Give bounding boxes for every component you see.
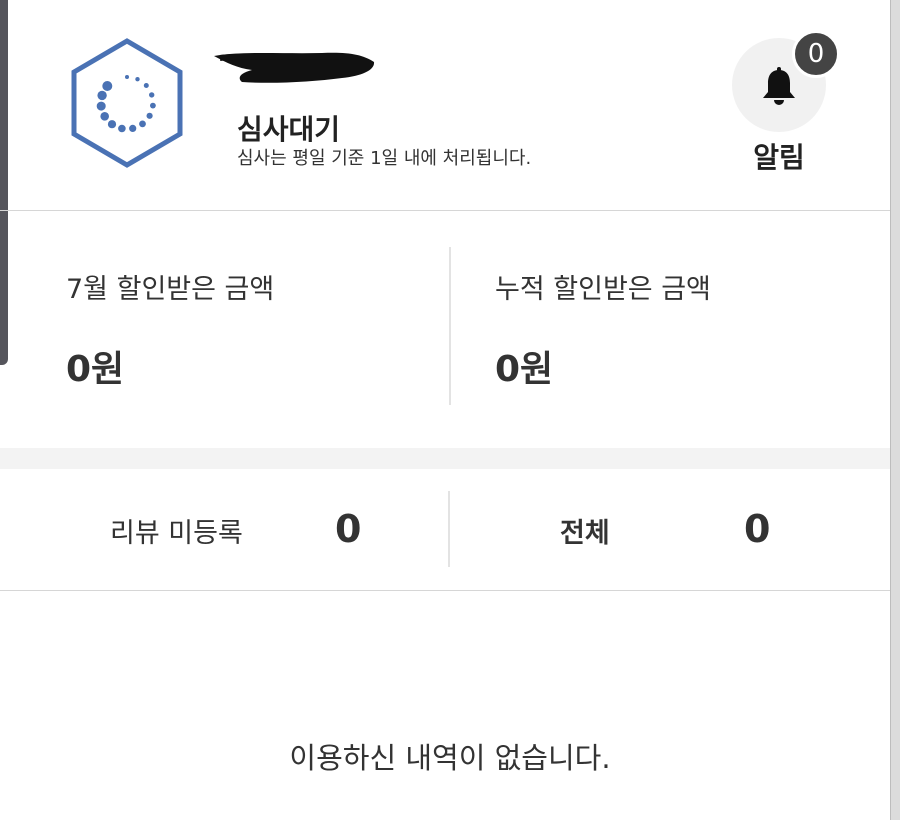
notification-count-badge: 0 — [792, 30, 840, 78]
monthly-discount-value: 0원 — [66, 349, 125, 390]
spinner-dot — [149, 92, 155, 98]
status-description: 심사는 평일 기준 1일 내에 처리됩니다. — [237, 148, 532, 169]
page: 심사대기 심사는 평일 기준 1일 내에 처리됩니다. 0 알림 7월 할인받은… — [0, 0, 900, 820]
section-separator — [0, 448, 890, 469]
monthly-discount-label: 7월 할인받은 금액 — [66, 274, 275, 305]
divider — [448, 491, 450, 567]
all-review-count: 0 — [744, 507, 771, 551]
all-review-label: 전체 — [560, 518, 610, 549]
spinner-dot — [150, 102, 156, 109]
total-discount-value: 0원 — [495, 349, 554, 390]
redacted-username — [214, 52, 375, 83]
divider — [449, 247, 451, 405]
spinner-dot — [100, 112, 109, 121]
spinner-dot — [97, 90, 107, 101]
notification-button[interactable]: 0 알림 — [732, 30, 840, 178]
spinner-dot — [96, 101, 106, 111]
spinner-dot — [146, 112, 153, 119]
empty-history-message: 이용하신 내역이 없습니다. — [289, 741, 611, 775]
monthly-discount: 7월 할인받은 금액 0원 — [66, 267, 274, 392]
review-filter-bar: 리뷰 미등록 0 전체 0 — [0, 469, 890, 591]
unregistered-review-label: 리뷰 미등록 — [110, 518, 243, 549]
spinner-dot — [143, 83, 149, 88]
spinner-dot — [139, 120, 146, 128]
notification-label: 알림 — [753, 141, 805, 174]
spinner-dot — [135, 77, 140, 82]
spinner-dot — [129, 124, 137, 132]
total-discount: 누적 할인받은 금액 0원 — [495, 267, 711, 392]
spinner-dot — [107, 120, 117, 129]
bell-icon — [763, 67, 795, 105]
loading-spinner-hexagon-icon — [71, 38, 183, 168]
total-discount-label: 누적 할인받은 금액 — [495, 274, 711, 305]
status-title: 심사대기 — [237, 113, 341, 146]
spinner-dot — [102, 81, 113, 91]
spinner-dot — [125, 75, 129, 79]
unregistered-review-count: 0 — [335, 507, 362, 551]
spinner-dot — [118, 124, 126, 133]
profile-header: 심사대기 심사는 평일 기준 1일 내에 처리됩니다. 0 알림 — [0, 0, 890, 211]
scrollbar-track[interactable] — [890, 0, 900, 820]
discount-summary: 7월 할인받은 금액 0원 누적 할인받은 금액 0원 — [0, 211, 890, 448]
